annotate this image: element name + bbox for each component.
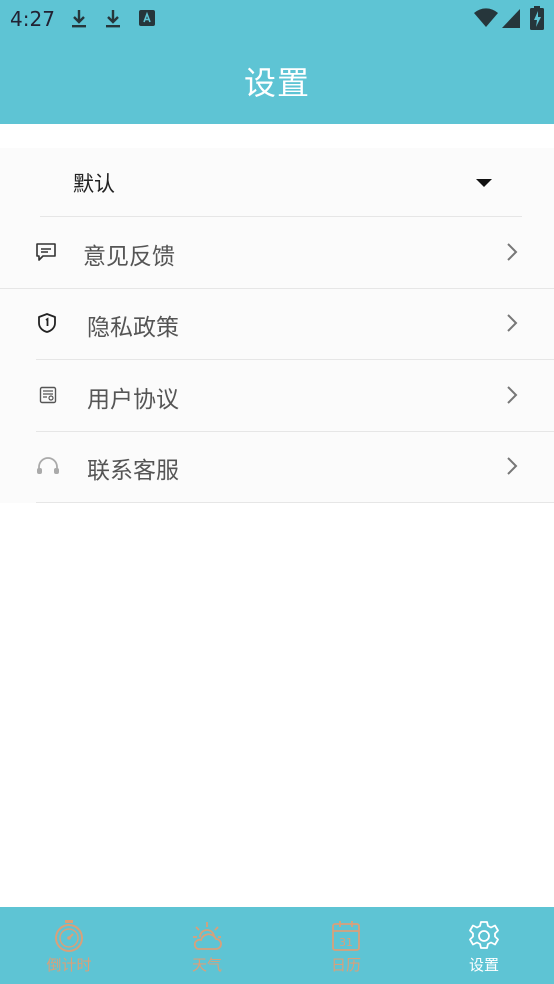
settings-item-feedback[interactable]: 意见反馈 xyxy=(0,218,554,289)
settings-item-customer-service[interactable]: 联系客服 xyxy=(0,432,554,503)
weather-icon xyxy=(193,922,222,950)
chevron-right-icon xyxy=(506,313,518,337)
chevron-right-icon xyxy=(506,456,518,480)
app-bar: 设置 xyxy=(0,38,554,124)
shield-icon xyxy=(37,312,57,338)
calendar-day: 31 xyxy=(339,936,353,949)
nav-item-settings[interactable]: 设置 xyxy=(415,907,553,984)
feedback-icon xyxy=(35,242,57,266)
agreement-icon xyxy=(39,386,57,408)
text-a-icon xyxy=(139,9,155,31)
signal-icon xyxy=(502,9,520,32)
nav-item-countdown[interactable]: 倒计时 xyxy=(0,907,138,984)
bottom-nav: 倒计时 天气 31 日历 设置 xyxy=(0,907,554,984)
download-icon xyxy=(104,9,122,33)
nav-item-weather[interactable]: 天气 xyxy=(138,907,276,984)
nav-label: 日历 xyxy=(330,956,361,974)
settings-panel: 默认 意见反馈 隐私政策 用户协议 联系客服 xyxy=(0,148,554,503)
chevron-right-icon xyxy=(506,242,518,266)
nav-label: 设置 xyxy=(468,956,499,974)
settings-item-label: 联系客服 xyxy=(87,457,179,484)
wifi-icon xyxy=(474,8,498,32)
theme-dropdown[interactable]: 默认 xyxy=(0,148,554,217)
divider xyxy=(36,359,554,360)
battery-charging-icon xyxy=(530,6,544,34)
dropdown-caret-icon xyxy=(476,178,492,187)
divider xyxy=(36,502,554,503)
settings-item-label: 隐私政策 xyxy=(87,314,179,341)
nav-label: 天气 xyxy=(191,956,222,974)
stopwatch-icon xyxy=(55,920,83,952)
chevron-right-icon xyxy=(506,385,518,409)
settings-item-label: 用户协议 xyxy=(87,386,179,413)
nav-item-calendar[interactable]: 31 日历 xyxy=(277,907,415,984)
settings-item-label: 意见反馈 xyxy=(83,243,175,270)
settings-item-agreement[interactable]: 用户协议 xyxy=(0,361,554,432)
download-icon xyxy=(70,9,88,33)
status-bar: 4:27 xyxy=(0,0,554,38)
status-time: 4:27 xyxy=(10,7,55,31)
nav-label: 倒计时 xyxy=(46,956,92,974)
gear-icon xyxy=(469,921,499,949)
settings-item-privacy[interactable]: 隐私政策 xyxy=(0,289,554,360)
theme-dropdown-value: 默认 xyxy=(73,171,115,196)
page-title: 设置 xyxy=(243,64,310,102)
headset-icon xyxy=(36,456,60,479)
divider xyxy=(40,216,522,217)
calendar-icon: 31 xyxy=(332,921,360,951)
